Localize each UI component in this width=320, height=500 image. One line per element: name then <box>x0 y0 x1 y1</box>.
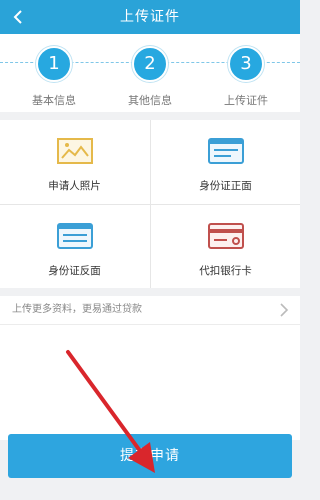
document-label: 身份证正面 <box>199 180 252 192</box>
upload-applicant-photo[interactable]: 申请人照片 <box>0 120 149 203</box>
document-label: 代扣银行卡 <box>199 265 252 277</box>
step-label: 基本信息 <box>32 94 76 107</box>
content-area <box>0 325 300 440</box>
upload-id-card-back[interactable]: 身份证反面 <box>0 205 149 288</box>
step-indicator: 1 基本信息 2 其他信息 3 上传证件 <box>0 34 300 112</box>
step-number: 1 <box>36 46 72 82</box>
step-3: 3 上传证件 <box>206 46 286 108</box>
step-2: 2 其他信息 <box>110 46 190 108</box>
document-label: 身份证反面 <box>48 265 101 277</box>
page-title: 上传证件 <box>120 9 180 25</box>
id-card-front-icon <box>207 138 244 164</box>
step-1: 1 基本信息 <box>14 46 94 108</box>
upload-bank-card[interactable]: 代扣银行卡 <box>151 205 300 288</box>
submit-application-button[interactable]: 提交申请 <box>8 434 292 478</box>
document-label: 申请人照片 <box>48 180 101 192</box>
photo-icon <box>56 138 93 164</box>
upload-more-text: 上传更多资料，更易通过贷款 <box>12 304 142 315</box>
bank-card-icon <box>207 223 244 249</box>
chevron-right-icon <box>280 303 289 317</box>
step-label: 上传证件 <box>224 94 268 107</box>
step-number: 2 <box>132 46 168 82</box>
step-label: 其他信息 <box>128 94 172 107</box>
id-card-back-icon <box>56 223 93 249</box>
upload-more-row[interactable]: 上传更多资料，更易通过贷款 <box>0 296 300 325</box>
step-number: 3 <box>228 46 264 82</box>
upload-id-card-front[interactable]: 身份证正面 <box>151 120 300 203</box>
top-bar: 上传证件 <box>0 0 300 34</box>
document-upload-grid: 申请人照片 身份证正面 身份证反面 代扣银行卡 <box>0 120 300 288</box>
